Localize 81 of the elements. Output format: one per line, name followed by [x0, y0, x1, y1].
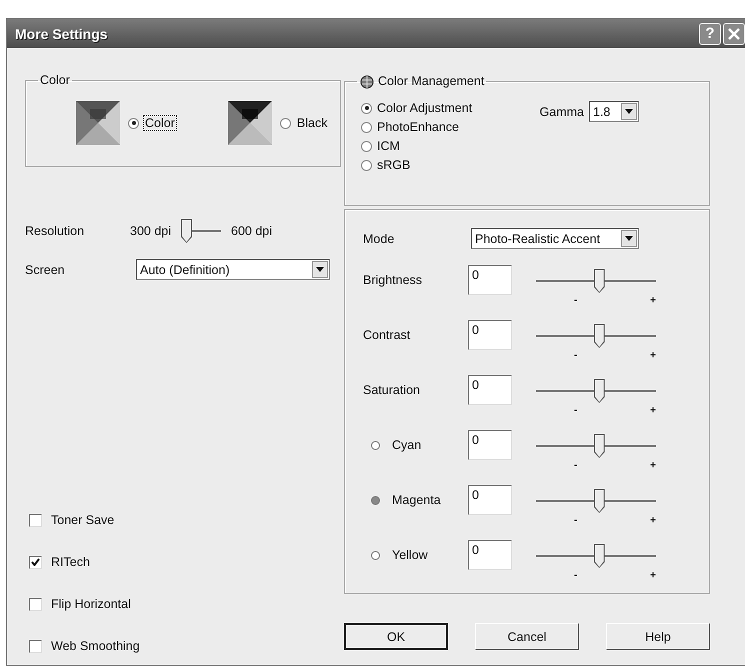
slider-thumb[interactable] — [594, 434, 605, 458]
globe-icon — [359, 73, 375, 89]
radio-button[interactable] — [361, 160, 372, 170]
checkbox[interactable] — [29, 556, 42, 568]
slider-track[interactable] — [536, 544, 656, 568]
channel-indicator[interactable] — [371, 496, 380, 504]
resolution-label: Resolution — [25, 224, 86, 238]
slider-track[interactable] — [536, 489, 656, 513]
min-mark: - — [574, 460, 578, 471]
slider-label: Cyan — [392, 438, 422, 452]
slider-track[interactable] — [181, 219, 222, 243]
radio-label[interactable]: Color Adjustment — [377, 101, 472, 115]
min-value-label: 300 dpi — [130, 224, 172, 238]
checkbox[interactable] — [29, 598, 42, 610]
radio-label[interactable]: Black — [296, 116, 328, 130]
slider-label: Saturation — [363, 383, 420, 397]
min-mark: - — [574, 350, 578, 361]
group-title: Color — [40, 73, 70, 87]
checkbox-label[interactable]: Web Smoothing — [51, 639, 140, 653]
gamma-dropdown[interactable]: 1.8 — [589, 101, 639, 122]
slider-thumb[interactable] — [181, 219, 192, 243]
halftone-icon — [76, 101, 120, 145]
value-field[interactable]: 0 — [468, 265, 512, 295]
slider-track[interactable] — [536, 269, 656, 293]
checkbox-label[interactable]: Toner Save — [51, 513, 114, 527]
dialog-button[interactable]: Cancel — [475, 623, 579, 650]
slider-label: Magenta — [392, 493, 441, 507]
max-value-label: 600 dpi — [231, 224, 272, 238]
slider-label: Contrast — [363, 328, 410, 342]
radio-label[interactable]: Color — [144, 116, 176, 130]
screen-dropdown[interactable]: Auto (Definition) — [136, 259, 330, 280]
max-mark: + — [650, 405, 656, 416]
min-mark: - — [574, 295, 578, 306]
checkbox[interactable] — [29, 640, 42, 652]
window-title: More Settings — [15, 26, 108, 42]
slider-track[interactable] — [536, 434, 656, 458]
slider-label: Yellow — [392, 548, 428, 562]
checkbox-label[interactable]: RITech — [51, 555, 90, 569]
slider-thumb[interactable] — [594, 324, 605, 348]
close-button[interactable] — [723, 22, 745, 44]
max-mark: + — [650, 295, 656, 306]
min-mark: - — [574, 515, 578, 526]
slider-thumb[interactable] — [594, 489, 605, 513]
radio-label[interactable]: PhotoEnhance — [377, 120, 460, 134]
max-mark: + — [650, 515, 656, 526]
radio-button[interactable] — [361, 122, 372, 132]
dialog-button[interactable]: OK — [344, 623, 448, 650]
dialog-button[interactable]: Help — [606, 623, 710, 650]
value-field[interactable]: 0 — [468, 320, 512, 350]
radio-button[interactable] — [280, 118, 291, 128]
mode-label: Mode — [363, 232, 396, 246]
group-title: Color Management — [378, 74, 484, 88]
value-field[interactable]: 0 — [468, 375, 512, 405]
slider-thumb[interactable] — [594, 269, 605, 293]
channel-indicator[interactable] — [371, 550, 380, 560]
value-field[interactable]: 0 — [468, 540, 512, 570]
max-mark: + — [650, 460, 656, 471]
close-icon — [728, 28, 740, 40]
gamma-label: Gamma — [540, 104, 584, 118]
value-field[interactable]: 0 — [468, 485, 512, 515]
max-mark: + — [650, 350, 656, 361]
radio-button[interactable] — [361, 102, 372, 114]
checkbox-label[interactable]: Flip Horizontal — [51, 597, 131, 611]
halftone-icon — [228, 101, 272, 145]
slider-thumb[interactable] — [594, 544, 605, 568]
radio-label[interactable]: ICM — [377, 139, 400, 153]
mode-dropdown[interactable]: Photo-Realistic Accent — [471, 228, 639, 249]
radio-label[interactable]: sRGB — [377, 158, 410, 172]
max-mark: + — [650, 570, 656, 581]
screen-label: Screen — [25, 262, 66, 276]
radio-button[interactable] — [361, 140, 372, 152]
min-mark: - — [574, 405, 578, 416]
slider-label: Brightness — [363, 273, 422, 287]
min-mark: - — [574, 570, 578, 581]
checkbox[interactable] — [29, 514, 42, 526]
radio-button[interactable] — [128, 118, 139, 128]
value-field[interactable]: 0 — [468, 430, 512, 460]
slider-track[interactable] — [536, 379, 656, 403]
slider-thumb[interactable] — [594, 379, 605, 403]
slider-track[interactable] — [536, 324, 656, 348]
channel-indicator[interactable] — [371, 440, 380, 450]
